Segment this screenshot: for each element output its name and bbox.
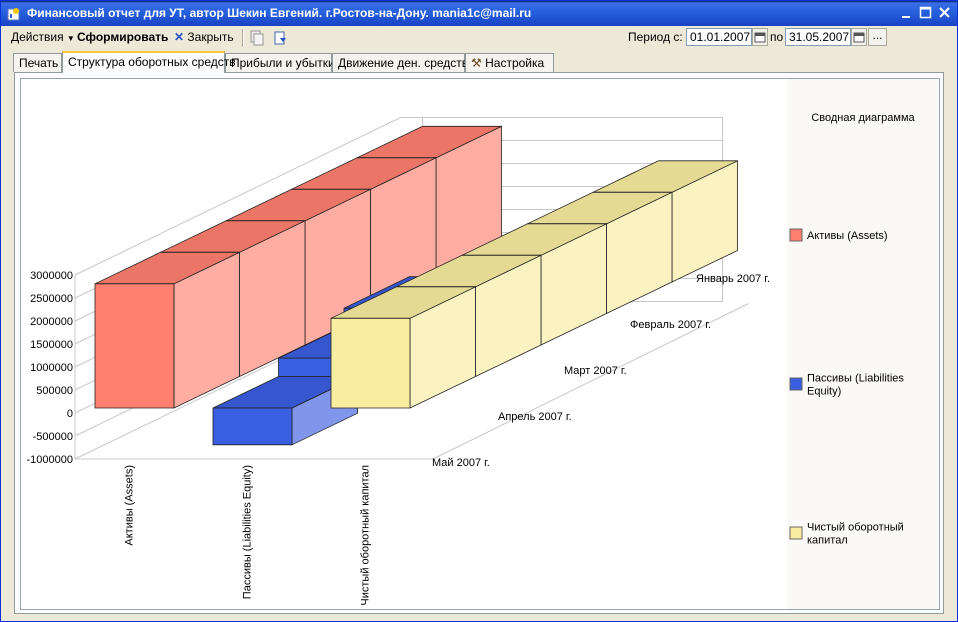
minimize-icon [902, 16, 910, 18]
title-bar[interactable]: Финансовый отчет для УТ, автор Шекин Евг… [1, 1, 957, 26]
calendar-to-button[interactable] [851, 28, 867, 46]
tab-profit-loss[interactable]: Прибыли и убытки [225, 53, 335, 72]
calendar-icon [754, 32, 766, 43]
copy-icon[interactable] [248, 29, 266, 47]
toolbar-separator [242, 29, 244, 47]
maximize-icon [919, 6, 932, 19]
tab-settings-label: Настройка [485, 56, 545, 70]
tools-icon: ⚒ [471, 56, 482, 70]
actions-menu[interactable]: Действия ▼ [11, 30, 75, 44]
to-label: по [770, 30, 784, 44]
close-icon [939, 7, 950, 18]
tab-print[interactable]: Печать [13, 53, 62, 72]
tab-working-capital-structure[interactable]: Структура оборотных средств [62, 51, 236, 73]
close-label: Закрыть [187, 30, 234, 44]
close-x-icon: ✕ [174, 30, 185, 44]
generate-button[interactable]: Сформировать [77, 30, 168, 44]
tab-settings[interactable]: ⚒ Настройка [465, 53, 554, 72]
toolbar: Действия ▼ Сформировать ✕ Закрыть Период… [1, 26, 957, 50]
close-window-button[interactable] [935, 4, 954, 22]
tab-cash-flow[interactable]: Движение ден. средств [332, 53, 468, 72]
date-to-field[interactable]: 31.05.2007 [785, 28, 851, 46]
calendar-from-button[interactable] [752, 28, 768, 46]
app-icon [7, 8, 20, 21]
period-select-button[interactable]: ... [868, 28, 887, 46]
refresh-doc-icon[interactable] [271, 29, 289, 47]
dropdown-arrow-icon: ▼ [66, 34, 75, 43]
close-button[interactable]: ✕ Закрыть [174, 30, 234, 44]
legend-panel [787, 79, 939, 609]
period-label: Период с: [628, 30, 683, 44]
calendar-icon [853, 32, 865, 43]
app-window: Финансовый отчет для УТ, автор Шекин Евг… [0, 0, 958, 622]
date-from-field[interactable]: 01.01.2007 [686, 28, 752, 46]
actions-label: Действия [11, 30, 64, 44]
maximize-button[interactable] [916, 4, 935, 22]
minimize-button[interactable] [897, 4, 916, 22]
tab-strip: Печать Структура оборотных средств Прибы… [1, 51, 957, 73]
window-title: Финансовый отчет для УТ, автор Шекин Евг… [27, 6, 532, 20]
